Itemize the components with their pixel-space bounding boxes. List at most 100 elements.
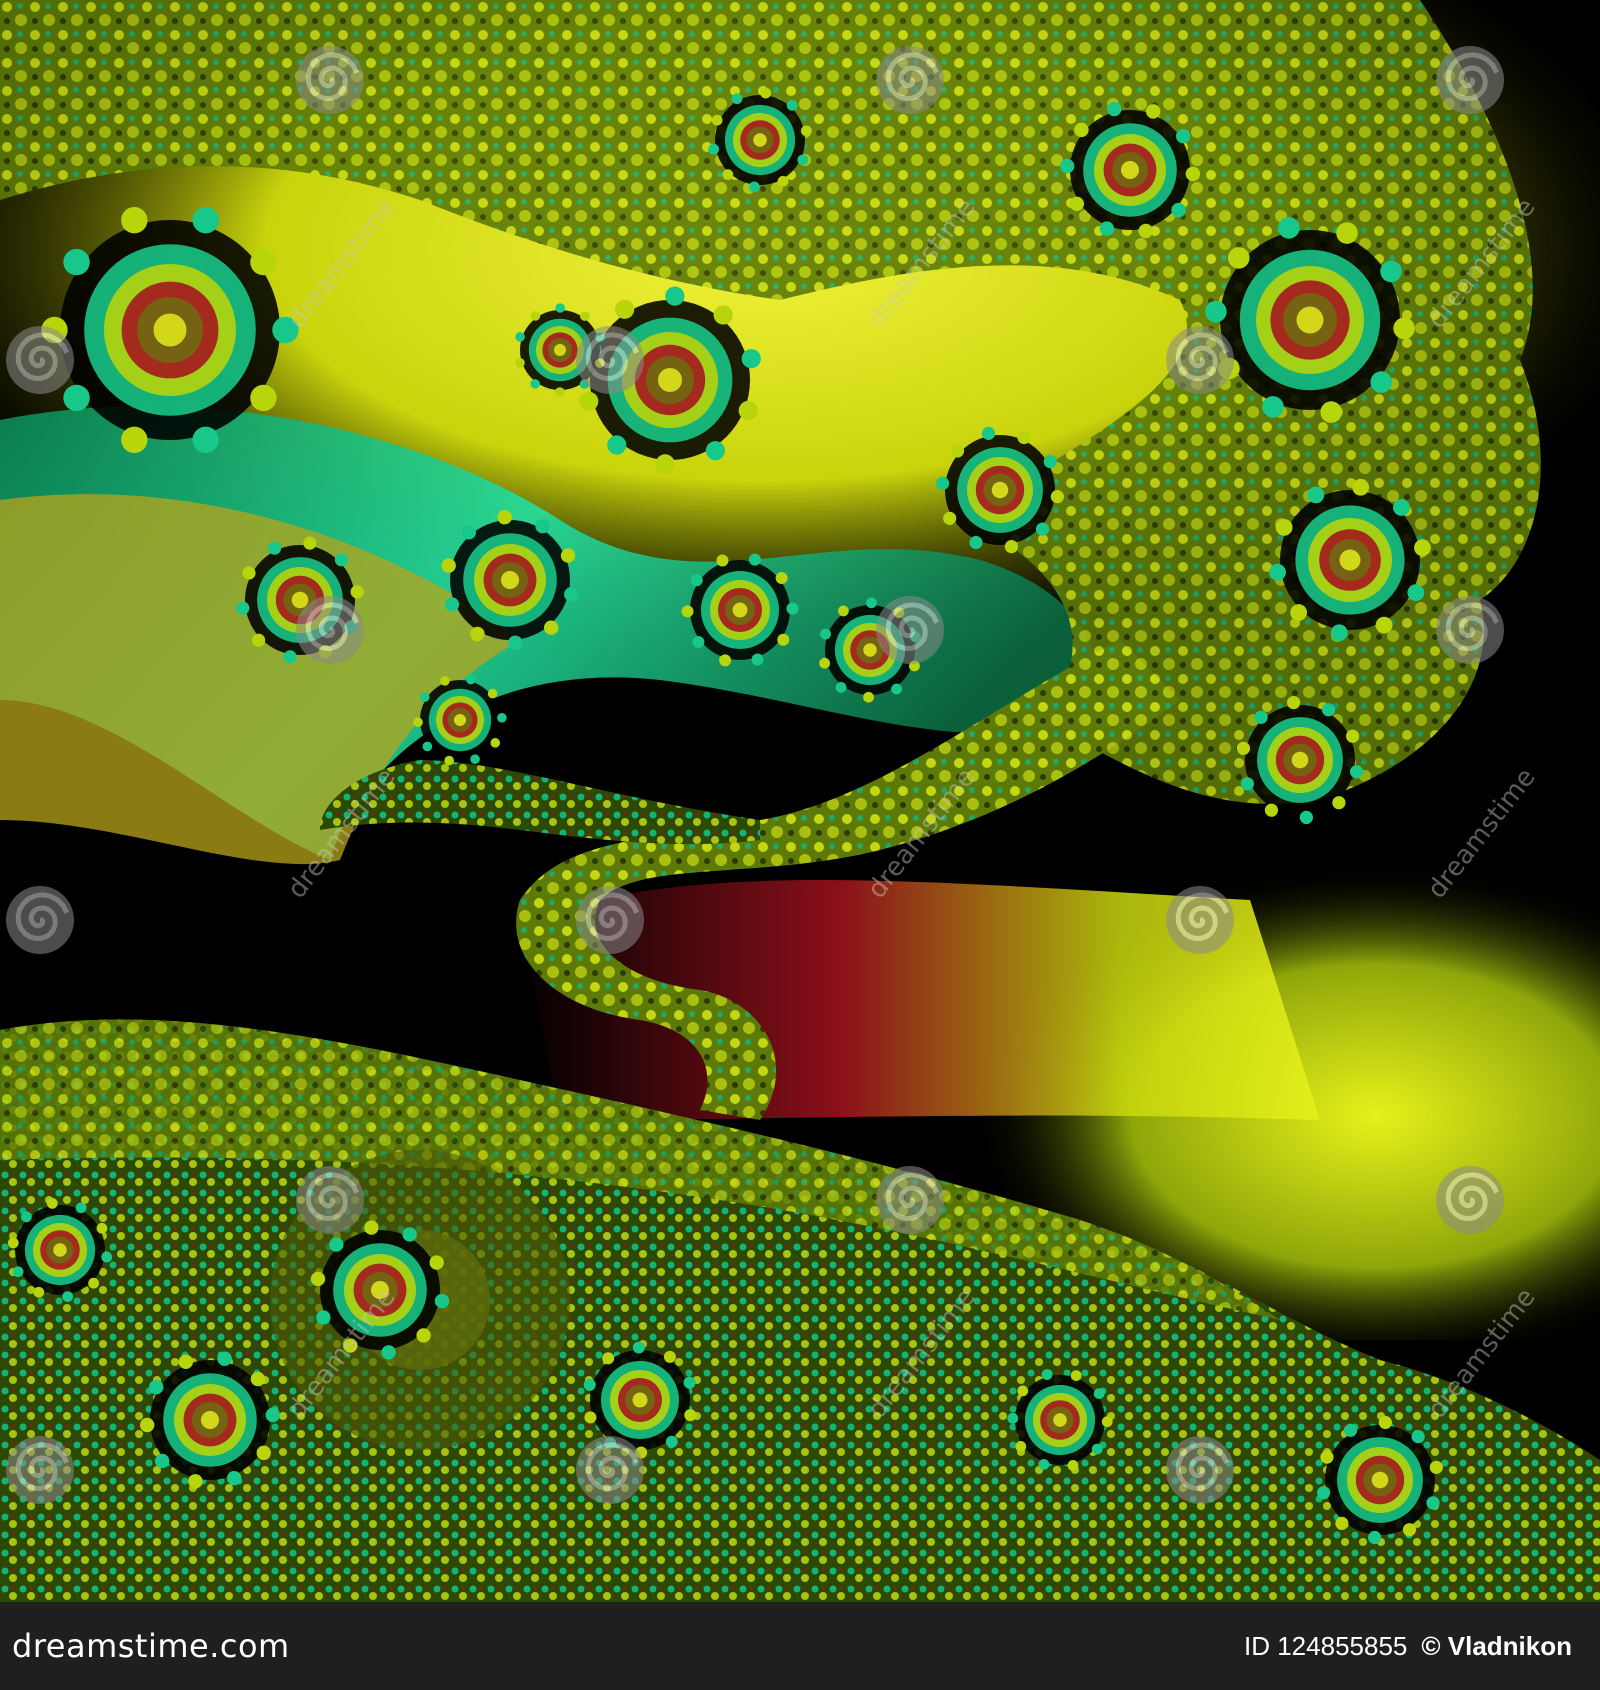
- fractal-bead: [1380, 260, 1402, 283]
- fractal-bead: [7, 1237, 19, 1249]
- fractal-bead: [1330, 624, 1348, 642]
- fractal-bead: [1352, 478, 1370, 496]
- fractal-bead: [416, 1328, 431, 1343]
- fractal-bead: [1414, 539, 1431, 557]
- fractal-bead: [251, 633, 266, 647]
- fractal-bead: [713, 305, 733, 325]
- fractal-bead: [250, 1371, 266, 1387]
- fractal-canvas: dreamstime dreamstime dreamstimedreamstime…: [0, 0, 1600, 1602]
- fractal-bead: [690, 574, 703, 587]
- fractal-bead: [1205, 300, 1227, 323]
- fractal-bead: [364, 1220, 379, 1235]
- fractal-bead: [121, 206, 148, 234]
- fractal-blob: [1296, 306, 1324, 334]
- image-id: ID 124855855: [1244, 1630, 1408, 1661]
- fractal-bead: [1227, 247, 1250, 269]
- fractal-bead: [303, 536, 317, 550]
- author-credit[interactable]: © Vladnikon: [1421, 1631, 1572, 1662]
- fractal-bead: [1375, 616, 1393, 634]
- fractal-bead: [820, 628, 831, 640]
- fractal-bead: [444, 597, 460, 612]
- fractal-blob: [153, 313, 187, 347]
- spiral-logo-icon: [1436, 596, 1504, 664]
- fractal-bead: [515, 358, 525, 368]
- fractal-bead: [632, 1341, 645, 1354]
- fractal-bead: [797, 154, 809, 166]
- fractal-bead: [681, 605, 694, 618]
- fractal-bead: [470, 626, 485, 642]
- fractal-bead: [738, 400, 758, 421]
- fractal-bead: [334, 553, 349, 567]
- fractal-bead: [192, 206, 219, 234]
- fractal-bead: [1069, 196, 1085, 212]
- fractal-bead: [1343, 1423, 1358, 1437]
- fractal-bead: [1269, 563, 1286, 581]
- footer-logo[interactable]: dreamstime.com: [12, 1627, 290, 1665]
- fractal-bead: [665, 286, 685, 306]
- fractal-bead: [490, 738, 501, 748]
- fractal-bead: [711, 114, 723, 126]
- spiral-logo-icon: [296, 596, 364, 664]
- fractal-bead: [440, 676, 450, 686]
- fractal-bead: [1017, 1385, 1029, 1397]
- fractal-bead: [1138, 223, 1153, 239]
- fractal-bead: [655, 454, 675, 474]
- fractal-bead: [515, 332, 525, 342]
- fractal-bead: [12, 1266, 24, 1278]
- fractal-bead: [96, 1222, 108, 1234]
- fractal-bead: [267, 541, 282, 555]
- fractal-bead: [178, 1354, 194, 1370]
- fractal-bead: [1411, 1430, 1425, 1444]
- fractal-blob: [501, 571, 519, 589]
- fractal-bead: [555, 387, 565, 397]
- spiral-logo-icon: [876, 596, 944, 664]
- spiral-logo-icon: [6, 326, 74, 394]
- fractal-bead: [1004, 540, 1019, 554]
- fractal-bead: [62, 1291, 74, 1303]
- fractal-bead: [1145, 104, 1161, 119]
- fractal-bead: [1429, 1460, 1443, 1474]
- fractal-bead: [741, 349, 761, 369]
- fractal-bead: [1050, 490, 1064, 504]
- fractal-blob: [1371, 1471, 1389, 1489]
- fractal-bead: [719, 654, 732, 667]
- fractal-bead: [1320, 401, 1342, 423]
- fractal-bead: [487, 688, 498, 699]
- fractal-bead: [1426, 1496, 1440, 1510]
- fractal-bead: [969, 535, 983, 550]
- fractal-bead: [139, 1417, 155, 1433]
- fractal-bead: [1254, 710, 1268, 724]
- fractal-bead: [950, 444, 965, 458]
- fractal-bead: [154, 1453, 170, 1469]
- fractal-bead: [555, 303, 565, 313]
- fractal-bead: [497, 510, 512, 525]
- fractal-blob: [201, 1411, 219, 1429]
- fractal-bead: [800, 125, 812, 137]
- fractal-bead: [419, 692, 430, 702]
- fractal-bead: [607, 435, 627, 455]
- spiral-logo-icon: [1166, 1436, 1234, 1504]
- fractal-bead: [101, 1251, 113, 1263]
- fractal-bead: [891, 683, 902, 695]
- fractal-bead: [149, 1379, 164, 1395]
- fractal-blob: [1053, 1413, 1067, 1427]
- fractal-blob: [291, 591, 309, 609]
- fractal-bead: [838, 605, 849, 617]
- fractal-bead: [580, 311, 590, 321]
- fractal-bead: [1043, 455, 1057, 469]
- fractal-bead: [329, 1237, 344, 1252]
- fractal-bead: [444, 755, 454, 766]
- fractal-bead: [422, 741, 433, 752]
- fractal-bead: [705, 441, 725, 461]
- fractal-blob: [554, 344, 566, 356]
- fractal-bead: [1336, 222, 1358, 244]
- fractal-bead: [1320, 1450, 1334, 1464]
- fractal-bead: [722, 169, 734, 181]
- fractal-blob: [863, 643, 877, 657]
- fractal-bead: [192, 426, 219, 454]
- fractal-bead: [584, 1411, 597, 1424]
- fractal-bead: [256, 1445, 271, 1461]
- fractal-bead: [835, 681, 847, 693]
- fractal-bead: [716, 554, 729, 567]
- fractal-bead: [863, 691, 874, 703]
